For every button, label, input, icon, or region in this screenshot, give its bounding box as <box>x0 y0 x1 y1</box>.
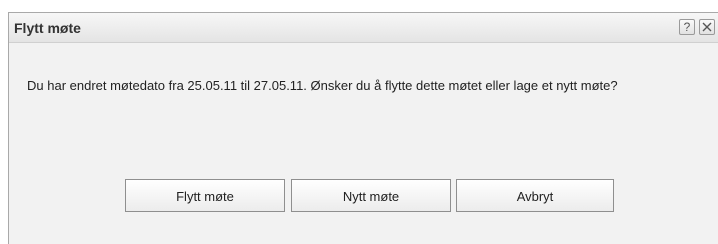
move-meeting-dialog: Flytt møte ? Du har endret møtedato fra … <box>8 12 718 244</box>
cancel-button[interactable]: Avbryt <box>456 179 614 212</box>
close-button[interactable] <box>699 19 715 35</box>
dialog-title: Flytt møte <box>14 20 81 36</box>
new-meeting-button[interactable]: Nytt møte <box>291 179 451 212</box>
help-button[interactable]: ? <box>679 19 695 35</box>
close-icon <box>702 22 712 32</box>
move-meeting-button[interactable]: Flytt møte <box>125 179 285 212</box>
help-icon: ? <box>683 20 691 34</box>
dialog-message: Du har endret møtedato fra 25.05.11 til … <box>27 78 618 93</box>
dialog-body: Du har endret møtedato fra 25.05.11 til … <box>9 43 718 244</box>
dialog-titlebar: Flytt møte ? <box>9 13 718 43</box>
